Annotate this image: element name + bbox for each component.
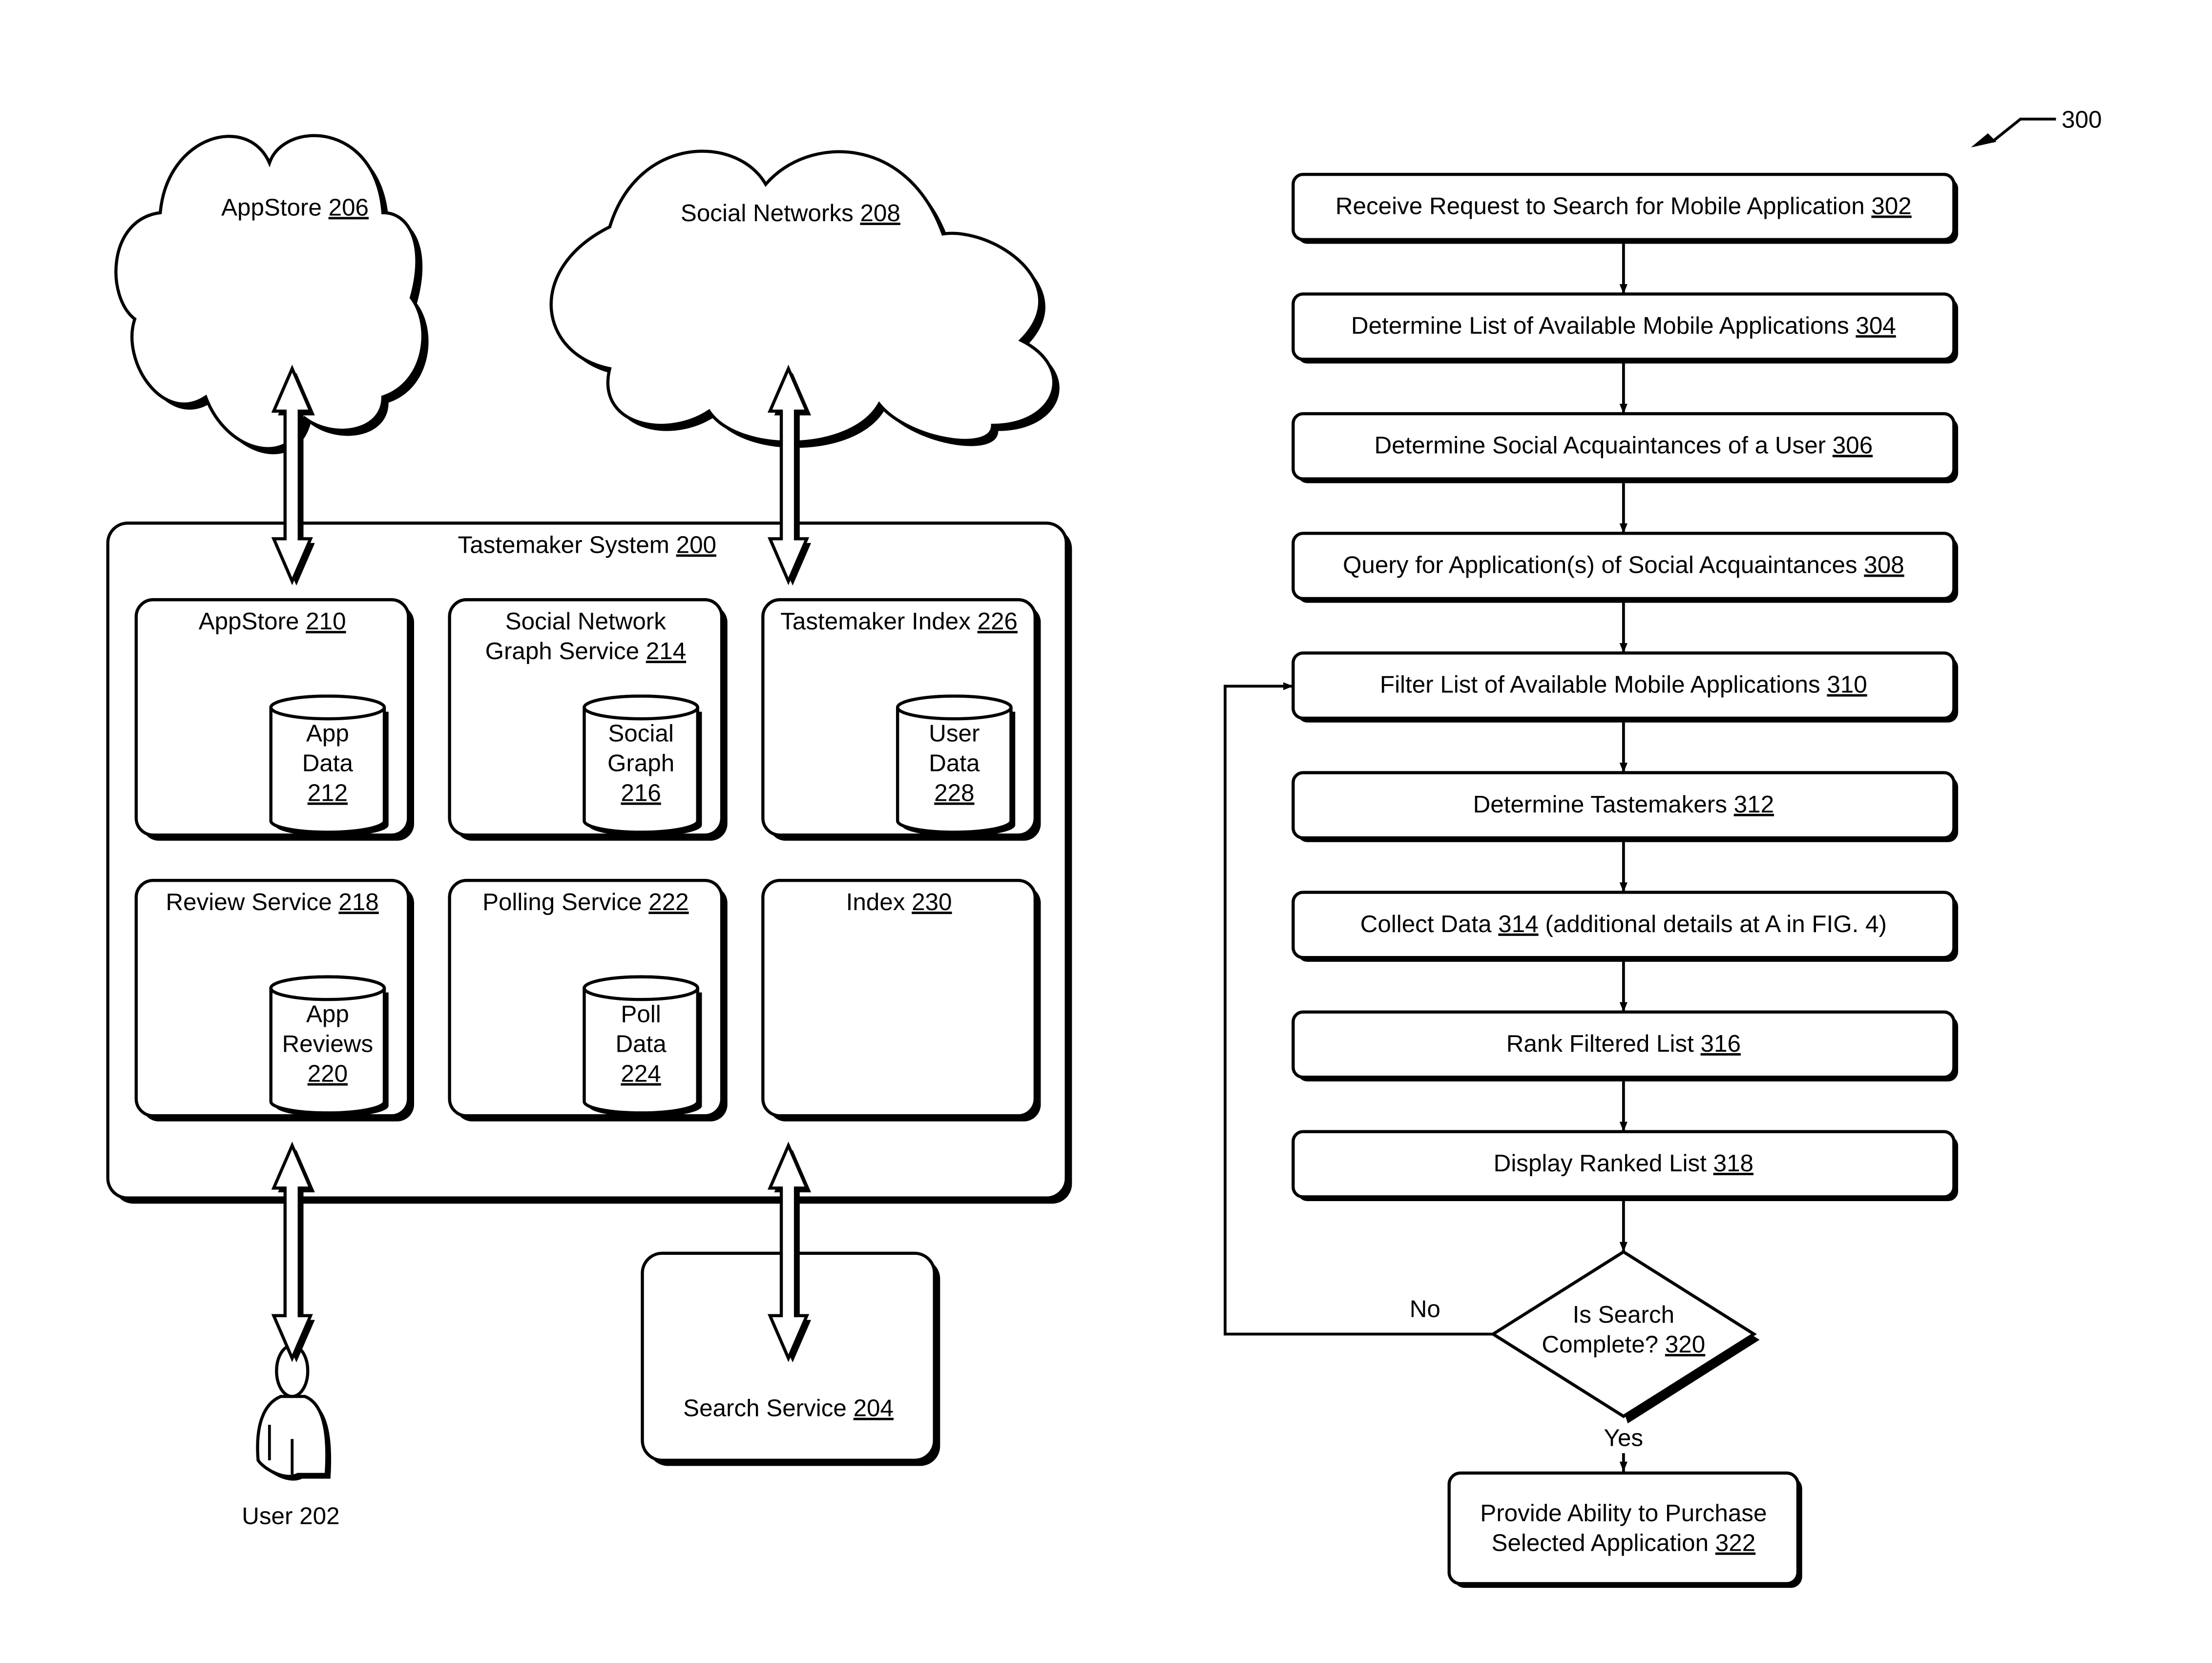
step-310[interactable]: Filter List of Available Mobile Applicat…	[1292, 651, 1959, 723]
figure-ref-label: 300	[2062, 106, 2102, 133]
database-label: App	[306, 1001, 349, 1028]
tastemaker-system-label: Tastemaker System 200	[458, 531, 716, 558]
database-icon: Social Graph 216	[583, 694, 702, 837]
module-polling-service-label: Polling Service 222	[482, 889, 689, 915]
figure-ref-300: 300	[1971, 106, 2102, 147]
flow-steps: Receive Request to Search for Mobile App…	[1292, 172, 1959, 1252]
decision-320[interactable]: Is Search Complete? 320	[1490, 1250, 1760, 1424]
module-social-network-graph-service-label: Social Network	[505, 608, 666, 635]
decision-yes-label: Yes	[1604, 1425, 1644, 1452]
step-302-label: Receive Request to Search for Mobile App…	[1336, 192, 1912, 219]
appstore-cloud[interactable]: AppStore 206	[114, 134, 429, 455]
patent-figure: AppStore 206 Social Networks 208 Tastema…	[106, 106, 2102, 1588]
step-310-label: Filter List of Available Mobile Applicat…	[1380, 671, 1867, 698]
module-social-network-graph-service-label: Graph Service 214	[485, 638, 687, 665]
step-312[interactable]: Determine Tastemakers 312	[1292, 771, 1959, 842]
database-ref: 216	[621, 780, 661, 807]
module-review-service-label: Review Service 218	[166, 889, 379, 915]
database-label: Poll	[621, 1001, 661, 1028]
database-label: App	[306, 720, 349, 747]
social-networks-cloud-label: Social Networks 208	[681, 200, 900, 227]
module-polling-service[interactable]: Polling Service 222 Poll Data224	[448, 878, 728, 1122]
database-icon: App Reviews220	[269, 975, 389, 1118]
user-icon[interactable]	[256, 1344, 332, 1481]
database-label: Social	[608, 720, 673, 747]
step-304[interactable]: Determine List of Available Mobile Appli…	[1292, 292, 1959, 364]
database-label: Graph	[607, 750, 674, 777]
system-diagram: AppStore 206 Social Networks 208 Tastema…	[106, 134, 1072, 1529]
step-314-label: Collect Data 314 (additional details at …	[1360, 911, 1887, 937]
database-ref: 224	[621, 1060, 661, 1087]
module-tastemaker-index-label: Tastemaker Index 226	[780, 608, 1018, 635]
database-icon: User Data 228	[896, 694, 1016, 837]
user-label: User 202	[242, 1502, 339, 1529]
step-322-line-2: Selected Application 322	[1492, 1530, 1756, 1557]
database-icon: App Data 212	[269, 694, 389, 837]
flowchart: 300 Receive Request to Search for Mobile…	[1224, 106, 2102, 1588]
step-322-line-1: Provide Ability to Purchase	[1480, 1500, 1767, 1527]
decision-no-label: No	[1410, 1296, 1440, 1323]
step-312-label: Determine Tastemakers 312	[1473, 791, 1774, 818]
module-review-service[interactable]: Review Service 218 App Reviews220	[134, 878, 415, 1122]
database-label: Data	[929, 750, 980, 777]
step-304-label: Determine List of Available Mobile Appli…	[1351, 312, 1896, 339]
database-label: Data	[302, 750, 354, 777]
module-index[interactable]: Index 230	[761, 878, 1041, 1122]
appstore-cloud-label: AppStore 206	[221, 194, 369, 221]
module-appstore[interactable]: AppStore 210 App Data 212	[134, 598, 415, 841]
module-index-label: Index 230	[846, 889, 952, 915]
step-306[interactable]: Determine Social Acquaintances of a User…	[1292, 412, 1959, 483]
step-316-label: Rank Filtered List 316	[1506, 1030, 1741, 1057]
step-316[interactable]: Rank Filtered List 316	[1292, 1010, 1959, 1081]
step-308-label: Query for Application(s) of Social Acqua…	[1343, 552, 1904, 579]
step-322[interactable]: Provide Ability to Purchase Selected App…	[1447, 1471, 1802, 1588]
module-appstore-label: AppStore 210	[199, 608, 346, 635]
database-ref: 220	[308, 1060, 348, 1087]
database-ref: 228	[934, 780, 974, 807]
decision-line-1: Is Search	[1573, 1301, 1675, 1328]
step-308[interactable]: Query for Application(s) of Social Acqua…	[1292, 532, 1959, 603]
step-318-label: Display Ranked List 318	[1494, 1150, 1753, 1177]
database-label: User	[929, 720, 980, 747]
step-318[interactable]: Display Ranked List 318	[1292, 1130, 1959, 1201]
module-social-network-graph-service[interactable]: Social Network Graph Service 214 Social Gra…	[448, 598, 728, 841]
database-ref: 212	[308, 780, 348, 807]
database-label: Reviews	[282, 1031, 374, 1058]
step-314[interactable]: Collect Data 314 (additional details at …	[1292, 891, 1959, 962]
step-306-label: Determine Social Acquaintances of a User…	[1374, 432, 1873, 459]
module-tastemaker-index[interactable]: Tastemaker Index 226 User Data 228	[761, 598, 1041, 841]
database-label: Data	[615, 1031, 667, 1058]
decision-line-2: Complete? 320	[1542, 1331, 1705, 1358]
step-302[interactable]: Receive Request to Search for Mobile App…	[1292, 172, 1959, 244]
database-icon: Poll Data224	[583, 975, 702, 1118]
search-service-label: Search Service 204	[683, 1395, 894, 1422]
